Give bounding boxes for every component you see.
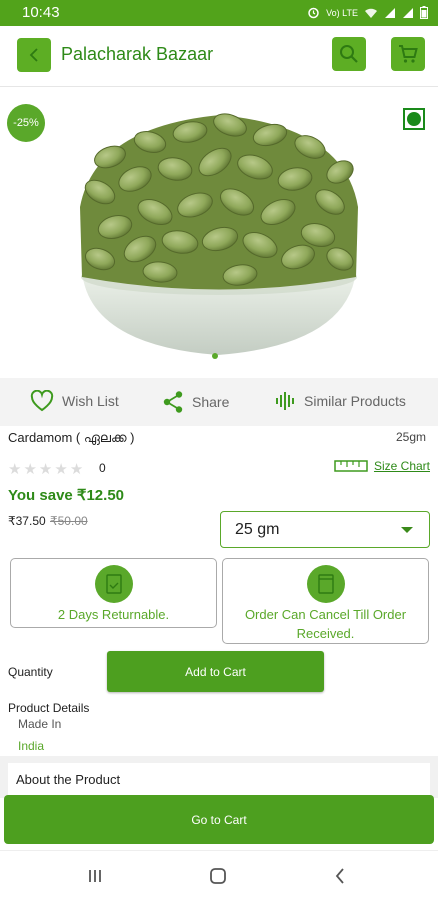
rating-count: 0: [99, 461, 106, 475]
carousel-indicator: [212, 353, 218, 359]
alarm-icon: [308, 7, 319, 19]
go-to-cart-button[interactable]: Go to Cart: [4, 795, 434, 844]
home-button[interactable]: [206, 865, 230, 887]
app-bar: Palacharak Bazaar: [0, 26, 438, 87]
recent-apps-icon: [89, 870, 101, 882]
product-name: Cardamom ( ഏലക്ക ): [8, 430, 135, 445]
network-type-label: Vo) LTE: [326, 7, 358, 18]
return-policy-text: 2 Days Returnable.: [57, 607, 170, 622]
cancel-policy-text: Order Can Cancel Till Order Received.: [244, 607, 407, 641]
about-product-row[interactable]: About the Product: [8, 763, 430, 797]
return-policy-card: 2 Days Returnable.: [10, 558, 217, 628]
product-image-area[interactable]: [0, 87, 438, 377]
product-image: [80, 113, 358, 355]
cart-button[interactable]: [391, 37, 425, 71]
veg-indicator-icon: [403, 108, 425, 130]
home-icon: [210, 868, 226, 884]
share-label: Share: [192, 394, 230, 410]
add-to-cart-button[interactable]: Add to Cart: [107, 651, 324, 692]
star-icon: ★: [54, 461, 68, 478]
selling-price: ₹37.50: [8, 514, 46, 528]
made-in-value: India: [18, 739, 45, 753]
size-chart-link[interactable]: Size Chart: [334, 459, 430, 473]
back-button[interactable]: [17, 38, 51, 72]
savings-text: You save ₹12.50: [8, 487, 125, 504]
similar-icon: [276, 392, 294, 410]
page-title: Palacharak Bazaar: [61, 44, 214, 64]
wishlist-button[interactable]: Wish List: [30, 390, 119, 412]
recent-apps-button[interactable]: [83, 865, 107, 887]
cancel-policy-card: Order Can Cancel Till Order Received.: [222, 558, 429, 644]
star-icon: ★: [8, 461, 22, 478]
cart-icon: [399, 45, 418, 63]
quantity-label: Quantity: [8, 665, 53, 679]
ruler-icon: [334, 460, 368, 472]
wifi-icon: [365, 8, 377, 18]
share-button[interactable]: Share: [162, 390, 229, 414]
size-dropdown-value: 25 gm: [235, 521, 280, 538]
about-product-label: About the Product: [16, 772, 121, 787]
return-icon: [95, 565, 133, 603]
wishlist-label: Wish List: [62, 393, 119, 409]
status-bar: 10:43 Vo) LTE: [0, 0, 438, 26]
product-details-heading: Product Details: [8, 701, 90, 715]
signal-icon: [385, 7, 395, 18]
search-icon: [340, 45, 358, 63]
similar-products-label: Similar Products: [304, 393, 406, 409]
star-icon: ★: [69, 461, 84, 478]
star-icon: ★: [38, 461, 53, 478]
star-icon: ★: [23, 461, 37, 478]
status-time: 10:43: [22, 4, 60, 21]
made-in-label: Made In: [18, 717, 62, 731]
nav-back-button[interactable]: [328, 865, 352, 887]
share-icon: [163, 391, 183, 413]
status-icons: Vo) LTE: [307, 6, 428, 19]
discount-badge: -25%: [7, 104, 45, 142]
original-price: ₹50.00: [50, 514, 88, 528]
search-button[interactable]: [332, 37, 366, 71]
size-dropdown[interactable]: 25 gm: [220, 511, 430, 548]
battery-icon: [420, 6, 428, 19]
heart-icon: [30, 390, 54, 412]
signal-icon-2: [403, 7, 413, 18]
chevron-down-icon: [401, 527, 413, 533]
similar-products-button[interactable]: Similar Products: [274, 390, 406, 412]
product-weight: 25gm: [395, 430, 426, 444]
nav-back-icon: [335, 868, 344, 884]
system-nav-bar: [0, 850, 438, 901]
cancel-icon: [307, 565, 345, 603]
size-chart-label: Size Chart: [373, 459, 430, 473]
back-icon: [29, 48, 38, 62]
rating-stars: ★ ★ ★ ★ ★: [8, 460, 83, 478]
